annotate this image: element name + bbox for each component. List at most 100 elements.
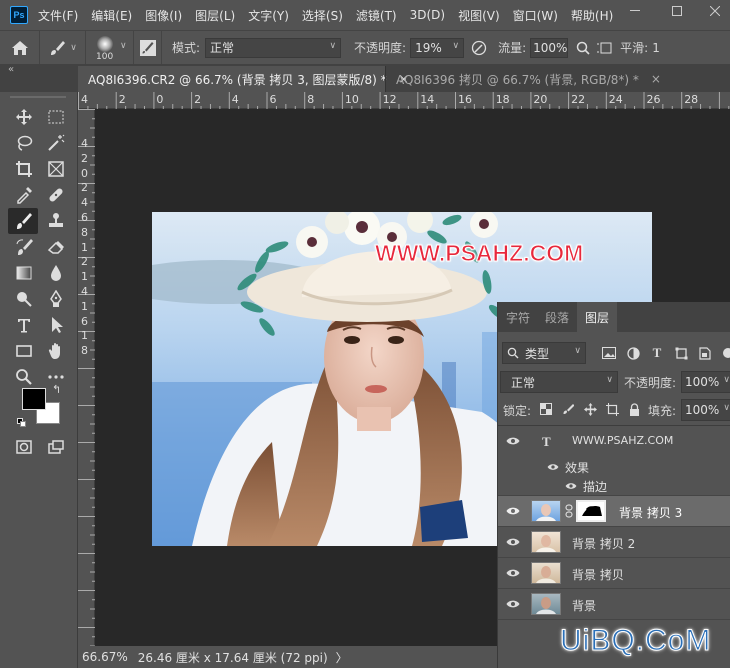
- menu-type[interactable]: 文字(Y): [248, 7, 289, 24]
- visibility-eye-icon[interactable]: [506, 435, 520, 447]
- layer-row[interactable]: 背景 拷贝: [498, 558, 730, 589]
- opacity-input[interactable]: 19% ∨: [410, 37, 465, 58]
- brush-settings-icon[interactable]: [134, 31, 162, 64]
- filter-smart-object-icon[interactable]: [697, 345, 713, 361]
- layer-name[interactable]: 背景 拷贝 2: [572, 535, 635, 552]
- rectangle-tool-icon[interactable]: [10, 338, 38, 364]
- gradient-tool-icon[interactable]: [10, 260, 38, 286]
- tab-label: AQ8I6396 拷贝 @ 66.7% (背景, RGB/8*) *: [396, 72, 639, 87]
- layer-opacity-input[interactable]: 100% ∨: [681, 371, 730, 393]
- close-window-icon[interactable]: [700, 0, 730, 22]
- mode-select[interactable]: 正常 ∨: [205, 37, 342, 58]
- menu-window[interactable]: 窗口(W): [513, 7, 558, 24]
- visibility-eye-icon[interactable]: [506, 567, 520, 579]
- tab-character[interactable]: 字符: [498, 302, 538, 332]
- layer-row-text[interactable]: T WWW.PSAHZ.COM: [498, 426, 730, 458]
- brush-tool-icon[interactable]: ∨: [40, 31, 86, 64]
- stamp-tool-icon[interactable]: [42, 208, 70, 234]
- menu-image[interactable]: 图像(I): [145, 7, 182, 24]
- pen-tool-icon[interactable]: [42, 286, 70, 312]
- filter-type-icon[interactable]: T: [649, 345, 665, 361]
- lock-transparent-icon[interactable]: [538, 401, 554, 417]
- type-tool-icon[interactable]: [10, 312, 38, 338]
- menu-file[interactable]: 文件(F): [38, 7, 78, 24]
- visibility-eye-icon[interactable]: [506, 505, 520, 517]
- menu-select[interactable]: 选择(S): [302, 7, 343, 24]
- screen-mode-icon[interactable]: [42, 434, 70, 460]
- airbrush-icon[interactable]: [592, 31, 616, 64]
- path-selection-icon[interactable]: [42, 312, 70, 338]
- home-icon[interactable]: [0, 31, 40, 64]
- link-icon[interactable]: [565, 504, 573, 518]
- collapse-panels-icon[interactable]: «: [8, 64, 14, 75]
- blur-tool-icon[interactable]: [42, 260, 70, 286]
- toolbar-grip[interactable]: [10, 96, 66, 98]
- tab-document-active[interactable]: AQ8I6396.CR2 @ 66.7% (背景 拷贝 3, 图层蒙版/8) *…: [78, 66, 409, 92]
- magic-wand-icon[interactable]: [42, 130, 70, 156]
- layer-effect-stroke-row[interactable]: 描边: [498, 476, 730, 496]
- lock-artboard-icon[interactable]: [604, 401, 620, 417]
- menu-layer[interactable]: 图层(L): [195, 7, 235, 24]
- lock-all-icon[interactable]: [626, 401, 642, 417]
- menu-3d[interactable]: 3D(D): [410, 8, 445, 22]
- layer-name[interactable]: 背景 拷贝 3: [619, 504, 682, 521]
- menu-edit[interactable]: 编辑(E): [91, 7, 132, 24]
- lasso-tool-icon[interactable]: [10, 130, 38, 156]
- close-icon[interactable]: ×: [651, 72, 661, 86]
- crop-tool-icon[interactable]: [10, 156, 38, 182]
- eyedropper-icon[interactable]: [10, 182, 38, 208]
- zoom-tool-icon[interactable]: [10, 364, 38, 390]
- visibility-eye-icon[interactable]: [547, 462, 559, 472]
- visibility-eye-icon[interactable]: [565, 481, 577, 491]
- brush-preset-picker[interactable]: 100 ∨: [86, 31, 134, 64]
- filter-shape-icon[interactable]: [673, 345, 689, 361]
- lock-pixels-icon[interactable]: [560, 401, 576, 417]
- ruler-tick-label: 8: [307, 93, 315, 106]
- eraser-icon[interactable]: [42, 234, 70, 260]
- foreground-color-swatch[interactable]: [22, 388, 46, 410]
- frame-tool-icon[interactable]: [42, 156, 70, 182]
- filter-adjustment-icon[interactable]: [625, 345, 641, 361]
- dodge-tool-icon[interactable]: [10, 286, 38, 312]
- tab-layers[interactable]: 图层: [577, 302, 618, 332]
- layer-effects-row[interactable]: 效果: [498, 458, 730, 476]
- marquee-tool-icon[interactable]: [42, 104, 70, 130]
- filter-pixel-icon[interactable]: [601, 345, 617, 361]
- restore-icon[interactable]: [662, 0, 692, 22]
- brush-tool-selected-icon[interactable]: [8, 208, 38, 234]
- layer-name[interactable]: WWW.PSAHZ.COM: [572, 434, 673, 447]
- layer-row[interactable]: 背景 拷贝 2: [498, 527, 730, 558]
- status-menu-arrow[interactable]: 〉: [336, 649, 348, 666]
- layer-mask-thumbnail[interactable]: [576, 500, 606, 522]
- layer-row-selected[interactable]: 背景 拷贝 3: [498, 496, 730, 527]
- search-icon[interactable]: [574, 31, 592, 64]
- fill-input[interactable]: 100% ∨: [681, 399, 730, 421]
- default-colors-icon[interactable]: [17, 418, 27, 428]
- layer-row[interactable]: 背景: [498, 589, 730, 620]
- menu-help[interactable]: 帮助(H): [571, 7, 613, 24]
- minimize-icon[interactable]: [620, 0, 650, 22]
- layer-thumbnail: [531, 562, 561, 584]
- layer-name[interactable]: 背景 拷贝: [572, 566, 624, 583]
- lock-position-icon[interactable]: [582, 401, 598, 417]
- layer-name[interactable]: 背景: [572, 597, 596, 614]
- hand-tool-icon[interactable]: [42, 338, 70, 364]
- pressure-opacity-icon[interactable]: [464, 31, 494, 64]
- move-tool-icon[interactable]: [10, 104, 38, 130]
- quick-mask-icon[interactable]: [10, 434, 38, 460]
- history-brush-icon[interactable]: [10, 234, 38, 260]
- menu-view[interactable]: 视图(V): [458, 7, 500, 24]
- visibility-eye-icon[interactable]: [506, 536, 520, 548]
- tab-document-inactive[interactable]: AQ8I6396 拷贝 @ 66.7% (背景, RGB/8*) * ×: [385, 66, 661, 92]
- ruler-tick-label: 2: [81, 151, 88, 165]
- menu-filter[interactable]: 滤镜(T): [356, 7, 397, 24]
- layer-filter-select[interactable]: 类型 ∨: [502, 342, 586, 364]
- tab-paragraph[interactable]: 段落: [537, 302, 577, 332]
- filter-toggle-icon[interactable]: [720, 345, 730, 361]
- blend-mode-select[interactable]: 正常 ∨: [500, 371, 618, 393]
- swap-colors-icon[interactable]: ↰: [52, 383, 61, 396]
- flow-input[interactable]: 100%: [530, 37, 569, 58]
- zoom-level[interactable]: 66.67%: [82, 650, 128, 664]
- healing-brush-icon[interactable]: [42, 182, 70, 208]
- visibility-eye-icon[interactable]: [506, 598, 520, 610]
